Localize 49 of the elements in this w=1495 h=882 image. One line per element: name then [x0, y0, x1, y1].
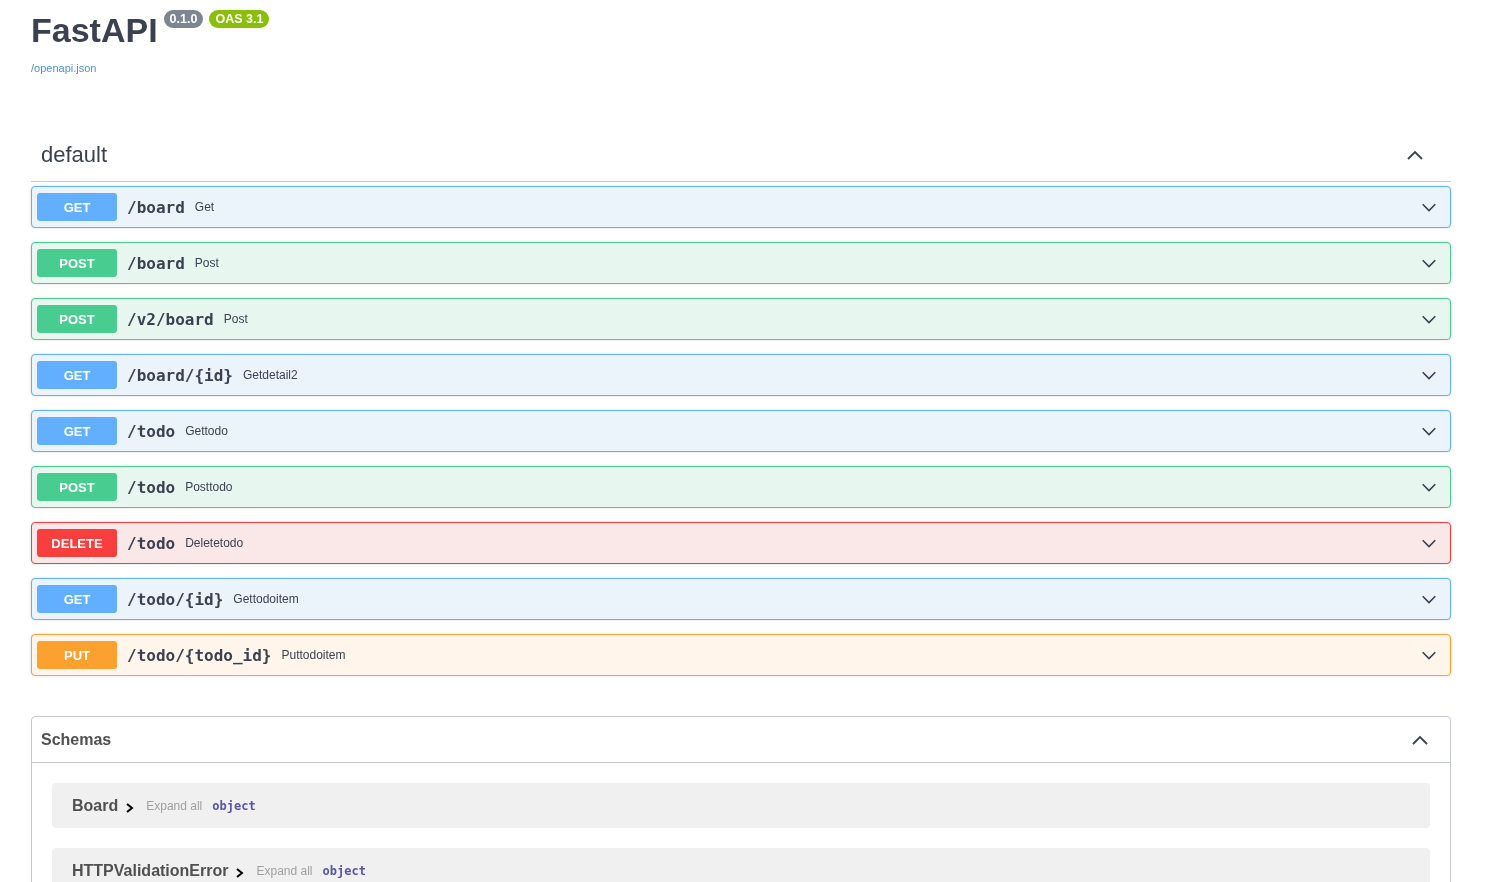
chevron-right-icon[interactable] [126, 802, 135, 813]
endpoint-summary: Gettodoitem [233, 592, 300, 606]
method-badge: PUT [37, 641, 117, 669]
endpoint-path: /todo [127, 533, 176, 553]
model-row[interactable]: Board Expand all object [52, 783, 1430, 828]
endpoint-path: /v2/board [127, 309, 214, 329]
method-badge: GET [37, 193, 117, 221]
endpoint-summary: Post [223, 312, 249, 326]
model-name: HTTPValidationError [72, 861, 229, 880]
operation-bar[interactable]: POST /board Post [31, 242, 1451, 284]
model-name: Board [72, 796, 119, 815]
endpoint-path: /board/{id} [127, 365, 233, 385]
method-badge: POST [37, 249, 117, 277]
chevron-right-icon[interactable] [236, 867, 245, 878]
oas-badge: OAS 3.1 [209, 10, 270, 28]
endpoint-summary: Post [194, 256, 220, 270]
endpoint-path: /todo [127, 477, 176, 497]
model-row[interactable]: HTTPValidationError Expand all object [52, 848, 1430, 882]
operation-bar[interactable]: GET /board/{id} Getdetail2 [31, 354, 1451, 396]
operation-bar[interactable]: DELETE /todo Deletetodo [31, 522, 1451, 564]
method-badge: POST [37, 473, 117, 501]
endpoint-summary: Get [194, 200, 216, 214]
operation-bar[interactable]: POST /v2/board Post [31, 298, 1451, 340]
operation-bar[interactable]: GET /board Get [31, 186, 1451, 228]
model-type: object [322, 863, 366, 878]
endpoint-path: /todo/{todo_id} [127, 645, 272, 665]
endpoint-summary: Gettodo [185, 424, 229, 438]
endpoint-path: /board [127, 197, 185, 217]
endpoint-path: /todo/{id} [127, 589, 224, 609]
method-badge: DELETE [37, 529, 117, 557]
operation-bar[interactable]: POST /todo Posttodo [31, 466, 1451, 508]
endpoint-summary: Deletetodo [185, 536, 245, 550]
method-badge: POST [37, 305, 117, 333]
method-badge: GET [37, 361, 117, 389]
endpoint-summary: Getdetail2 [242, 368, 299, 382]
section-title[interactable]: default [41, 141, 108, 168]
method-badge: GET [37, 585, 117, 613]
version-badge: 0.1.0 [163, 10, 204, 28]
method-badge: GET [37, 417, 117, 445]
model-type: object [212, 798, 256, 813]
operation-bar[interactable]: GET /todo/{id} Gettodoitem [31, 578, 1451, 620]
endpoint-path: /board [127, 253, 185, 273]
api-title: FastAPI [31, 10, 158, 51]
endpoint-path: /todo [127, 421, 176, 441]
schemas-title[interactable]: Schemas [41, 730, 112, 749]
endpoint-summary: Posttodo [185, 480, 234, 494]
endpoint-summary: Puttodoitem [281, 648, 347, 662]
operation-bar[interactable]: GET /todo Gettodo [31, 410, 1451, 452]
operation-bar[interactable]: PUT /todo/{todo_id} Puttodoitem [31, 634, 1451, 676]
